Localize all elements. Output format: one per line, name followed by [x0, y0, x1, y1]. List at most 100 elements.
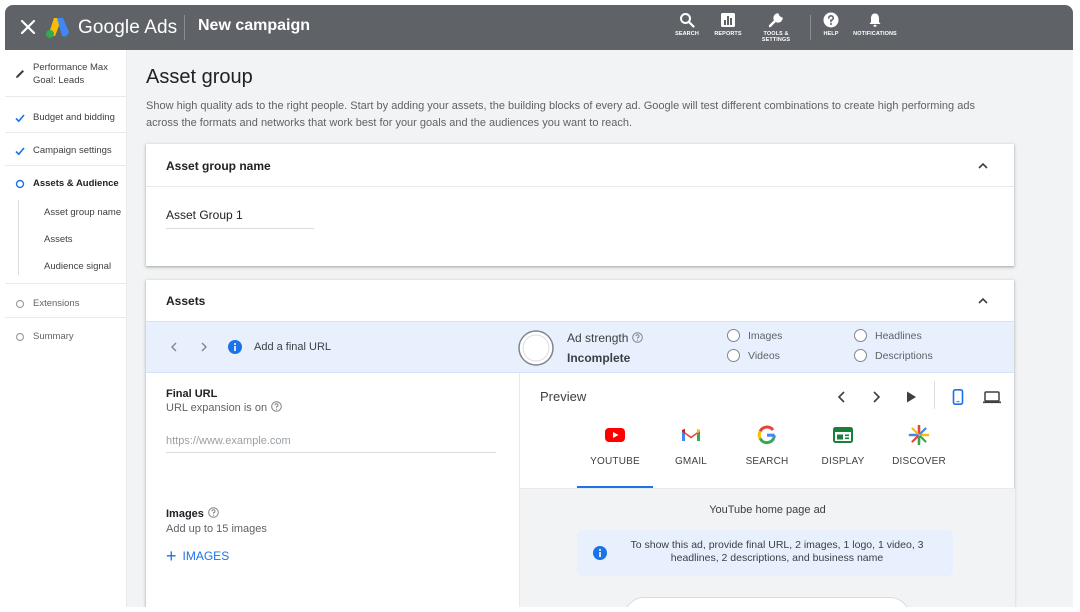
add-images-button[interactable]: + IMAGES — [166, 546, 230, 566]
requirements-notice: To show this ad, provide final URL, 2 im… — [577, 530, 953, 576]
final-url-input[interactable] — [166, 429, 496, 453]
requirements-notice-text: To show this ad, provide final URL, 2 im… — [630, 539, 924, 564]
sidebar-item-summary[interactable]: Summary — [5, 329, 127, 345]
tab-gmail-label: GMAIL — [674, 456, 708, 467]
preview-title: Preview — [540, 389, 587, 404]
sidebar-item-budget[interactable]: Budget and bidding — [5, 110, 127, 126]
wrench-icon — [768, 13, 783, 28]
phone-icon[interactable] — [950, 389, 966, 405]
sidebar: Performance Max Goal: Leads Budget and b… — [5, 50, 127, 607]
sidebar-assets-audience-label: Assets & Audience — [33, 178, 119, 189]
sidebar-extensions-label: Extensions — [33, 298, 80, 309]
page-title: Asset group — [146, 66, 253, 88]
search-tool-label: SEARCH — [675, 31, 699, 37]
tab-display[interactable]: DISPLAY — [805, 421, 881, 487]
sidebar-campaign-settings-label: Campaign settings — [33, 145, 112, 156]
toolbar-divider — [810, 15, 811, 40]
preview-device-frame — [624, 597, 910, 607]
sidebar-item-extensions[interactable]: Extensions — [5, 296, 127, 312]
images-label: Images — [166, 507, 219, 520]
url-expansion-status: URL expansion is on — [166, 401, 282, 414]
reports-icon — [721, 13, 735, 27]
tools-settings-tool[interactable]: TOOLS & SETTINGS — [757, 12, 795, 43]
help-icon[interactable] — [632, 332, 644, 343]
tab-discover[interactable]: DISCOVER — [881, 421, 957, 487]
play-icon[interactable] — [903, 389, 919, 405]
page-description: Show high quality ads to the right peopl… — [146, 100, 975, 129]
plus-icon: + — [166, 546, 177, 566]
help-tool[interactable]: HELP — [819, 12, 843, 37]
sidebar-divider — [5, 96, 127, 97]
checklist-videos[interactable]: Videos — [727, 349, 780, 362]
google-g-icon — [757, 425, 776, 445]
ad-strength-strip: Add a final URL Ad strength Incomplete I… — [146, 321, 1014, 373]
tab-youtube[interactable]: YOUTUBE — [577, 421, 653, 487]
tab-youtube-label: YOUTUBE — [590, 456, 640, 467]
add-images-label: IMAGES — [182, 549, 230, 563]
sidebar-item-campaign-settings[interactable]: Campaign settings — [5, 143, 127, 159]
sidebar-item-campaign-type[interactable]: Performance Max Goal: Leads — [5, 60, 127, 88]
sidebar-campaign-goal-label: Goal: Leads — [33, 75, 85, 86]
sidebar-budget-label: Budget and bidding — [33, 112, 115, 123]
chevron-up-icon[interactable] — [976, 294, 990, 308]
brand-name: Google Ads — [78, 17, 178, 38]
sidebar-sub-item-audience-signal[interactable]: Audience signal — [44, 261, 111, 272]
checklist-circle — [727, 349, 740, 362]
tab-display-label: DISPLAY — [821, 456, 865, 467]
discover-icon — [908, 425, 930, 445]
sidebar-campaign-type-label: Performance Max — [33, 62, 108, 73]
asset-fields-pane: Final URL URL expansion is on Images Add… — [146, 373, 519, 607]
close-icon[interactable] — [18, 17, 38, 37]
images-label-text: Images — [166, 508, 204, 520]
chevron-up-icon[interactable] — [976, 159, 990, 173]
tools-label-line2: SETTINGS — [761, 37, 791, 43]
tab-gmail[interactable]: GMAIL — [653, 421, 729, 487]
assets-card: Assets Add a final URL Ad strength Incom… — [146, 280, 1015, 607]
sidebar-item-assets-audience[interactable]: Assets & Audience — [5, 176, 127, 192]
sidebar-divider — [5, 132, 127, 133]
main-content: Asset group Show high quality ads to the… — [127, 50, 1073, 607]
info-icon — [593, 546, 607, 560]
laptop-icon[interactable] — [982, 389, 1002, 405]
checklist-videos-label: Videos — [748, 349, 780, 362]
search-icon — [680, 13, 695, 28]
chevron-right-icon[interactable] — [197, 340, 211, 354]
reports-tool[interactable]: REPORTS — [711, 12, 745, 37]
notifications-tool[interactable]: NOTIFICATIONS — [849, 12, 901, 37]
sidebar-summary-label: Summary — [33, 331, 74, 342]
chevron-left-icon[interactable] — [167, 340, 181, 354]
url-expansion-text: URL expansion is on — [166, 402, 268, 414]
help-icon[interactable] — [271, 401, 282, 412]
preview-body: YouTube home page ad To show this ad, pr… — [520, 488, 1015, 607]
checklist-headlines[interactable]: Headlines — [854, 329, 922, 342]
ad-strength-ring — [518, 330, 554, 366]
tab-discover-label: DISCOVER — [892, 456, 946, 467]
reports-tool-label: REPORTS — [714, 31, 742, 37]
asset-group-name-field[interactable]: Asset Group 1 — [166, 208, 243, 222]
circle-icon — [15, 179, 25, 189]
youtube-icon — [605, 428, 625, 442]
display-icon — [833, 427, 853, 443]
field-underline — [166, 228, 314, 229]
search-tool[interactable]: SEARCH — [672, 12, 702, 37]
sidebar-sub-item-assets[interactable]: Assets — [44, 234, 73, 245]
tab-search[interactable]: SEARCH — [729, 421, 805, 487]
app-window: Google Ads New campaign SEARCH REPORTS T… — [5, 5, 1073, 607]
checklist-descriptions[interactable]: Descriptions — [854, 349, 933, 362]
pencil-icon — [16, 70, 24, 78]
chevron-right-icon[interactable] — [868, 389, 884, 405]
sidebar-divider — [5, 283, 127, 284]
chevron-left-icon[interactable] — [834, 389, 850, 405]
checklist-images[interactable]: Images — [727, 329, 782, 342]
preview-pane: Preview YOUTUBE GMAIL SEARCH DISPLAY DIS… — [519, 373, 1015, 607]
help-icon[interactable] — [208, 507, 219, 518]
checklist-descriptions-label: Descriptions — [875, 349, 933, 362]
sidebar-divider — [5, 165, 127, 166]
notifications-tool-label: NOTIFICATIONS — [853, 31, 897, 37]
asset-group-name-card-title: Asset group name — [166, 159, 271, 173]
ad-strength-label: Ad strength — [567, 331, 644, 345]
help-icon — [823, 12, 839, 28]
sidebar-sub-item-asset-group-name[interactable]: Asset group name — [44, 207, 121, 218]
ad-format-label: YouTube home page ad — [709, 504, 826, 516]
help-tool-label: HELP — [823, 31, 839, 37]
